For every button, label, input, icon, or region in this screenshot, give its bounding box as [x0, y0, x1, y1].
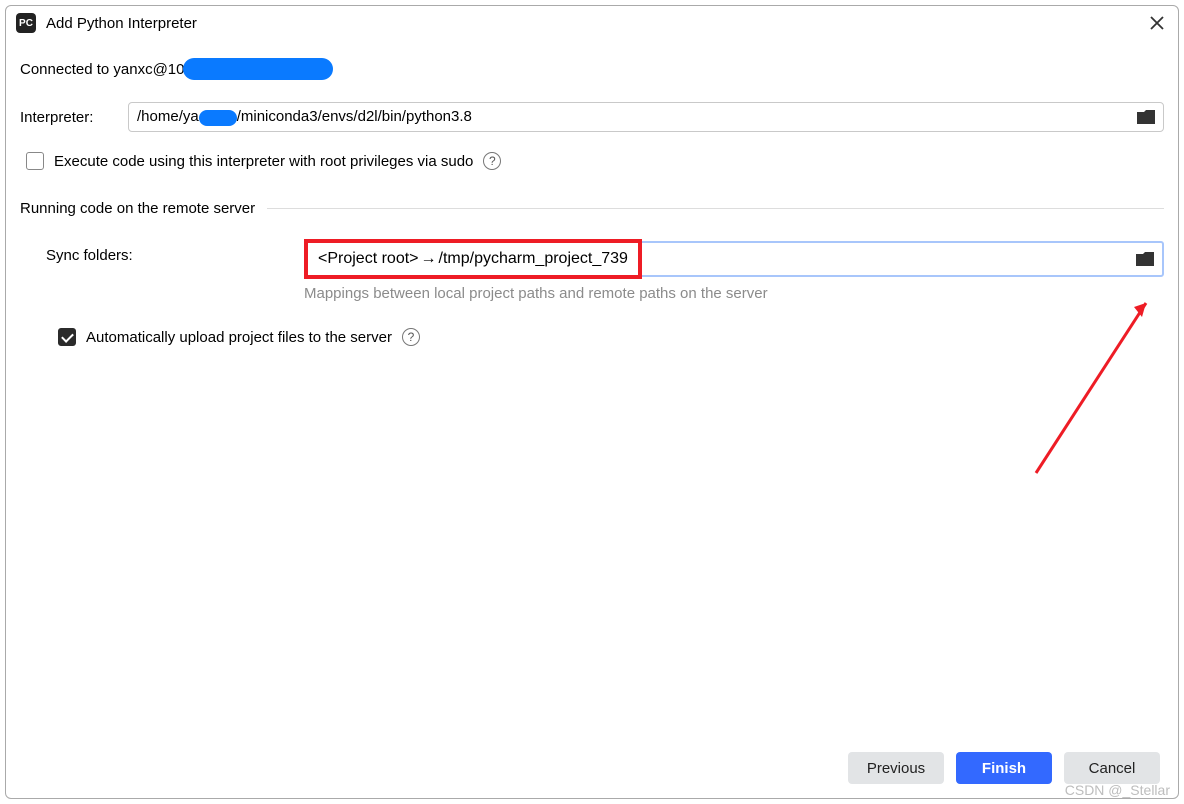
- section-header: Running code on the remote server: [20, 200, 1164, 217]
- interpreter-input[interactable]: /home/ya/miniconda3/envs/d2l/bin/python3…: [128, 102, 1164, 132]
- titlebar: PC Add Python Interpreter: [6, 6, 1178, 38]
- arrow-right-icon: →: [421, 250, 437, 268]
- close-button[interactable]: [1146, 12, 1168, 34]
- pycharm-icon: PC: [16, 13, 36, 33]
- interpreter-row: Interpreter: /home/ya/miniconda3/envs/d2…: [20, 102, 1164, 132]
- sync-row: Sync folders: <Project root> → /tmp/pych…: [20, 241, 1164, 302]
- connected-row: Connected to yanxc@10: [20, 58, 1164, 80]
- interpreter-label: Interpreter:: [20, 109, 128, 126]
- auto-upload-row: Automatically upload project files to th…: [58, 328, 1164, 346]
- previous-button[interactable]: Previous: [848, 752, 944, 784]
- sync-label: Sync folders:: [20, 241, 304, 264]
- dialog-content: Connected to yanxc@10 Interpreter: /home…: [6, 38, 1178, 738]
- folder-icon[interactable]: [1137, 110, 1155, 124]
- sudo-label: Execute code using this interpreter with…: [54, 153, 473, 170]
- dialog-window: PC Add Python Interpreter Connected to y…: [5, 5, 1179, 799]
- finish-button[interactable]: Finish: [956, 752, 1052, 784]
- help-icon[interactable]: ?: [483, 152, 501, 170]
- redacted-host: [183, 58, 333, 80]
- section-label: Running code on the remote server: [20, 200, 255, 217]
- sudo-row: Execute code using this interpreter with…: [26, 152, 1164, 170]
- folder-icon[interactable]: [1136, 252, 1154, 266]
- redacted-user: [199, 110, 237, 126]
- dialog-title: Add Python Interpreter: [46, 15, 197, 32]
- dialog-footer: Previous Finish Cancel: [6, 738, 1178, 798]
- sudo-checkbox[interactable]: [26, 152, 44, 170]
- section-divider: [267, 208, 1164, 209]
- sync-help-text: Mappings between local project paths and…: [304, 285, 1164, 302]
- sync-highlight-box: <Project root> → /tmp/pycharm_project_73…: [304, 239, 642, 279]
- help-icon[interactable]: ?: [402, 328, 420, 346]
- sync-remote-path: /tmp/pycharm_project_739: [439, 250, 628, 268]
- sync-input-wrap: <Project root> → /tmp/pycharm_project_73…: [304, 241, 1164, 302]
- interpreter-path: /home/ya/miniconda3/envs/d2l/bin/python3…: [137, 108, 1137, 125]
- sync-local-path: <Project root>: [318, 250, 419, 268]
- annotation-arrow: [1026, 283, 1166, 483]
- cancel-button[interactable]: Cancel: [1064, 752, 1160, 784]
- watermark: CSDN @_Stellar: [1065, 782, 1170, 798]
- auto-upload-checkbox[interactable]: [58, 328, 76, 346]
- auto-upload-label: Automatically upload project files to th…: [86, 329, 392, 346]
- close-icon: [1150, 16, 1164, 30]
- sync-input[interactable]: <Project root> → /tmp/pycharm_project_73…: [304, 241, 1164, 277]
- connected-label: Connected to yanxc@10: [20, 61, 185, 78]
